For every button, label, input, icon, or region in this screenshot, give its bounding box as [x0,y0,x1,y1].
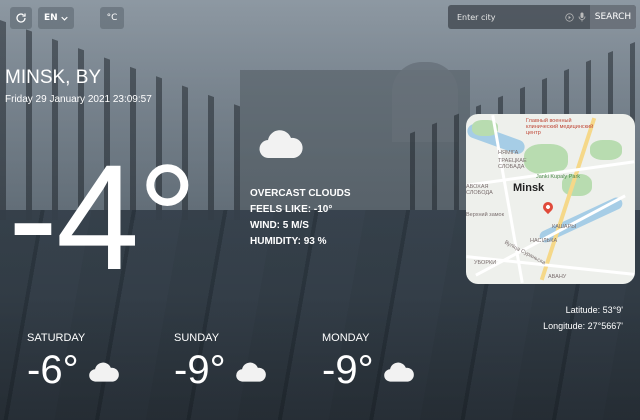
cloud-icon [88,362,119,382]
latitude: Latitude: 53°9' [565,305,623,315]
location-map[interactable]: Главный военный клинический медицинский … [466,114,635,284]
forecast-temperature: -9° [322,348,374,392]
map-label-kashary: КАШАРЫ [552,224,577,230]
map-label-hospital: Главный военный клинический медицинский … [526,118,594,136]
map-label-alejnaya: АВОХАЯ СЛОБОДА [466,184,493,196]
forecast-day-2: SUNDAY -9° [174,332,324,390]
forecast-day-3: MONDAY -9° [322,332,472,390]
weather-details: OVERCAST CLOUDS FEELS LIKE: -10° WIND: 5… [250,186,351,250]
wind-speed: WIND: 5 M/S [250,220,309,231]
refresh-icon [16,13,26,23]
map-road [539,117,597,281]
map-label-uborki: УБОРКИ [474,260,497,266]
location-pin-icon [540,199,556,215]
forecast-day-name: MONDAY [322,332,370,344]
language-value: EN [44,13,58,23]
longitude: Longitude: 27°5667' [543,321,623,331]
language-select[interactable]: EN [38,7,74,29]
voice-play-icon[interactable] [564,12,574,22]
forecast-day-name: SUNDAY [174,332,220,344]
chevron-down-icon [61,16,68,21]
weather-description: OVERCAST CLOUDS [250,188,351,199]
feels-like: FEELS LIKE: -10° [250,204,333,215]
forecast-day-1: SATURDAY -6° [27,332,177,390]
forecast-temperature: -6° [27,348,79,392]
forecast-temperature: -9° [174,348,226,392]
map-label-slabada: ТРАЕЦКАЕ СЛОБАДА [498,158,527,170]
map-label-nyasinka: НАСІЛЬКА [530,238,558,244]
map-label-park: Janki Kupaly Park [536,174,581,180]
search-bar: SEARCH [448,5,636,29]
forecast-day-name: SATURDAY [27,332,86,344]
microphone-icon[interactable] [577,12,587,22]
city-name: MINSK, BY [5,67,102,88]
map-park [590,140,622,160]
map-label-nemiga: НЯМІГА [498,150,519,156]
cloud-icon [258,128,304,164]
cloud-icon [235,362,266,382]
cloud-icon [383,362,414,382]
map-label-castle: Верхний замок [466,212,505,218]
map-label-avany: АВАНУ [548,274,567,280]
search-button[interactable]: SEARCH [590,5,636,29]
map-city-label: Minsk [513,182,545,194]
unit-toggle-button[interactable]: °C [100,7,124,29]
coordinates: Latitude: 53°9' Longitude: 27°5667' [543,302,623,334]
search-input[interactable] [448,5,564,29]
refresh-button[interactable] [10,7,32,29]
humidity: HUMIDITY: 93 % [250,236,327,247]
current-temperature: -4° [8,133,197,301]
unit-label: °C [106,13,118,23]
date-time: Friday 29 January 2021 23:09:57 [5,94,152,105]
